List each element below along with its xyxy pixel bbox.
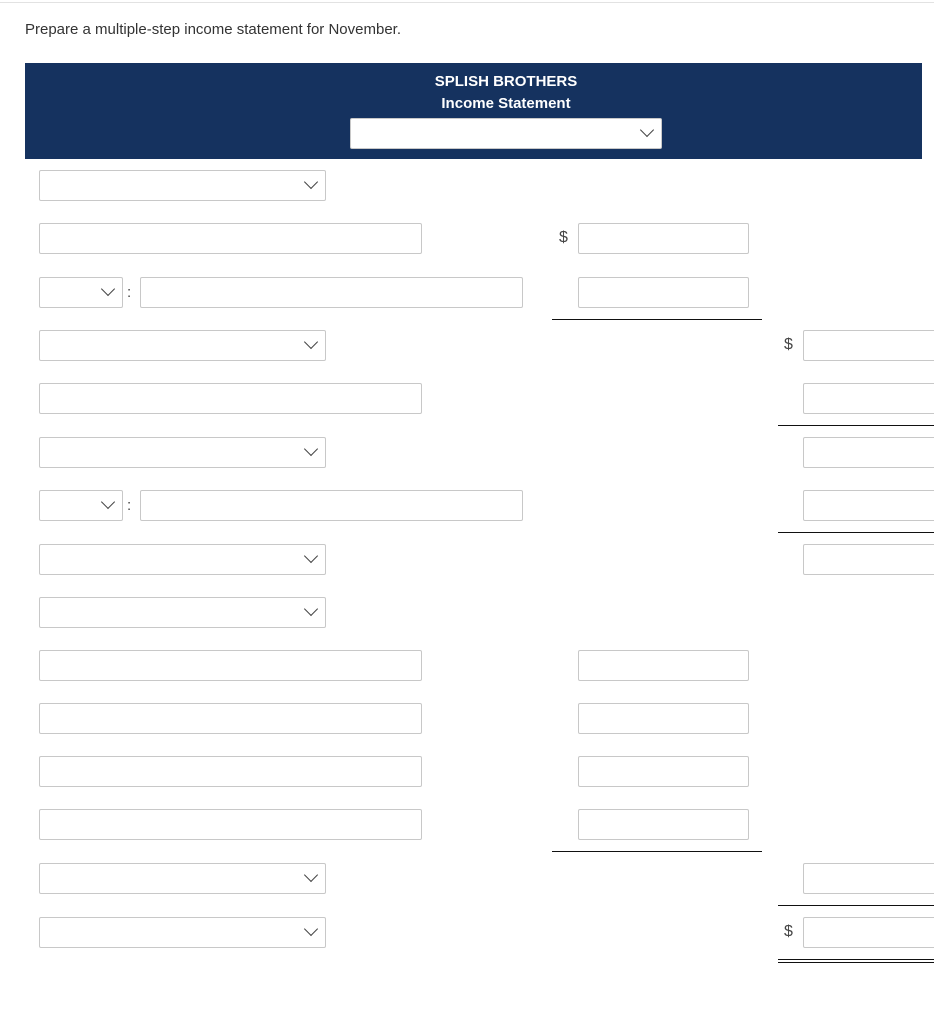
total-input[interactable]: [803, 863, 934, 894]
subtotal-rule: [778, 532, 934, 533]
account-select[interactable]: [39, 863, 326, 894]
total-input[interactable]: [803, 544, 934, 575]
subtotal-rule: [552, 319, 762, 320]
chevron-down-icon: [303, 867, 319, 883]
total-input[interactable]: [803, 490, 934, 521]
total-double-rule: [778, 959, 934, 960]
chevron-down-icon: [639, 122, 655, 138]
amount-input[interactable]: [578, 277, 749, 308]
account-name-input[interactable]: [140, 277, 523, 308]
chevron-down-icon: [303, 441, 319, 457]
subtotal-rule: [778, 425, 934, 426]
account-name-input[interactable]: [39, 223, 422, 254]
account-name-input[interactable]: [39, 703, 422, 734]
total-input[interactable]: [803, 383, 934, 414]
account-select[interactable]: [39, 170, 326, 201]
account-name-input[interactable]: [140, 490, 523, 521]
total-double-rule: [778, 962, 934, 963]
separator: :: [127, 497, 132, 514]
company-name: SPLISH BROTHERS: [434, 73, 578, 90]
period-select[interactable]: [350, 118, 662, 149]
amount-input[interactable]: [578, 703, 749, 734]
instruction-text: Prepare a multiple-step income statement…: [25, 21, 402, 38]
amount-input[interactable]: [578, 756, 749, 787]
account-select[interactable]: [39, 917, 326, 948]
label-select[interactable]: [39, 277, 123, 308]
chevron-down-icon: [303, 174, 319, 190]
account-name-input[interactable]: [39, 650, 422, 681]
top-divider: [0, 2, 934, 3]
statement-title: Income Statement: [441, 95, 571, 112]
total-input[interactable]: [803, 330, 934, 361]
dollar-sign: $: [784, 336, 793, 353]
account-select[interactable]: [39, 330, 326, 361]
account-name-input[interactable]: [39, 756, 422, 787]
chevron-down-icon: [100, 494, 116, 510]
total-input[interactable]: [803, 917, 934, 948]
account-select[interactable]: [39, 544, 326, 575]
dollar-sign: $: [559, 229, 568, 246]
dollar-sign: $: [784, 923, 793, 940]
account-name-input[interactable]: [39, 809, 422, 840]
account-select[interactable]: [39, 437, 326, 468]
subtotal-rule: [778, 905, 934, 906]
account-name-input[interactable]: [39, 383, 422, 414]
chevron-down-icon: [303, 334, 319, 350]
total-input[interactable]: [803, 437, 934, 468]
amount-input[interactable]: [578, 223, 749, 254]
label-select[interactable]: [39, 490, 123, 521]
chevron-down-icon: [303, 548, 319, 564]
separator: :: [127, 284, 132, 301]
chevron-down-icon: [303, 921, 319, 937]
amount-input[interactable]: [578, 809, 749, 840]
subtotal-rule: [552, 851, 762, 852]
amount-input[interactable]: [578, 650, 749, 681]
chevron-down-icon: [100, 281, 116, 297]
account-select[interactable]: [39, 597, 326, 628]
chevron-down-icon: [303, 601, 319, 617]
